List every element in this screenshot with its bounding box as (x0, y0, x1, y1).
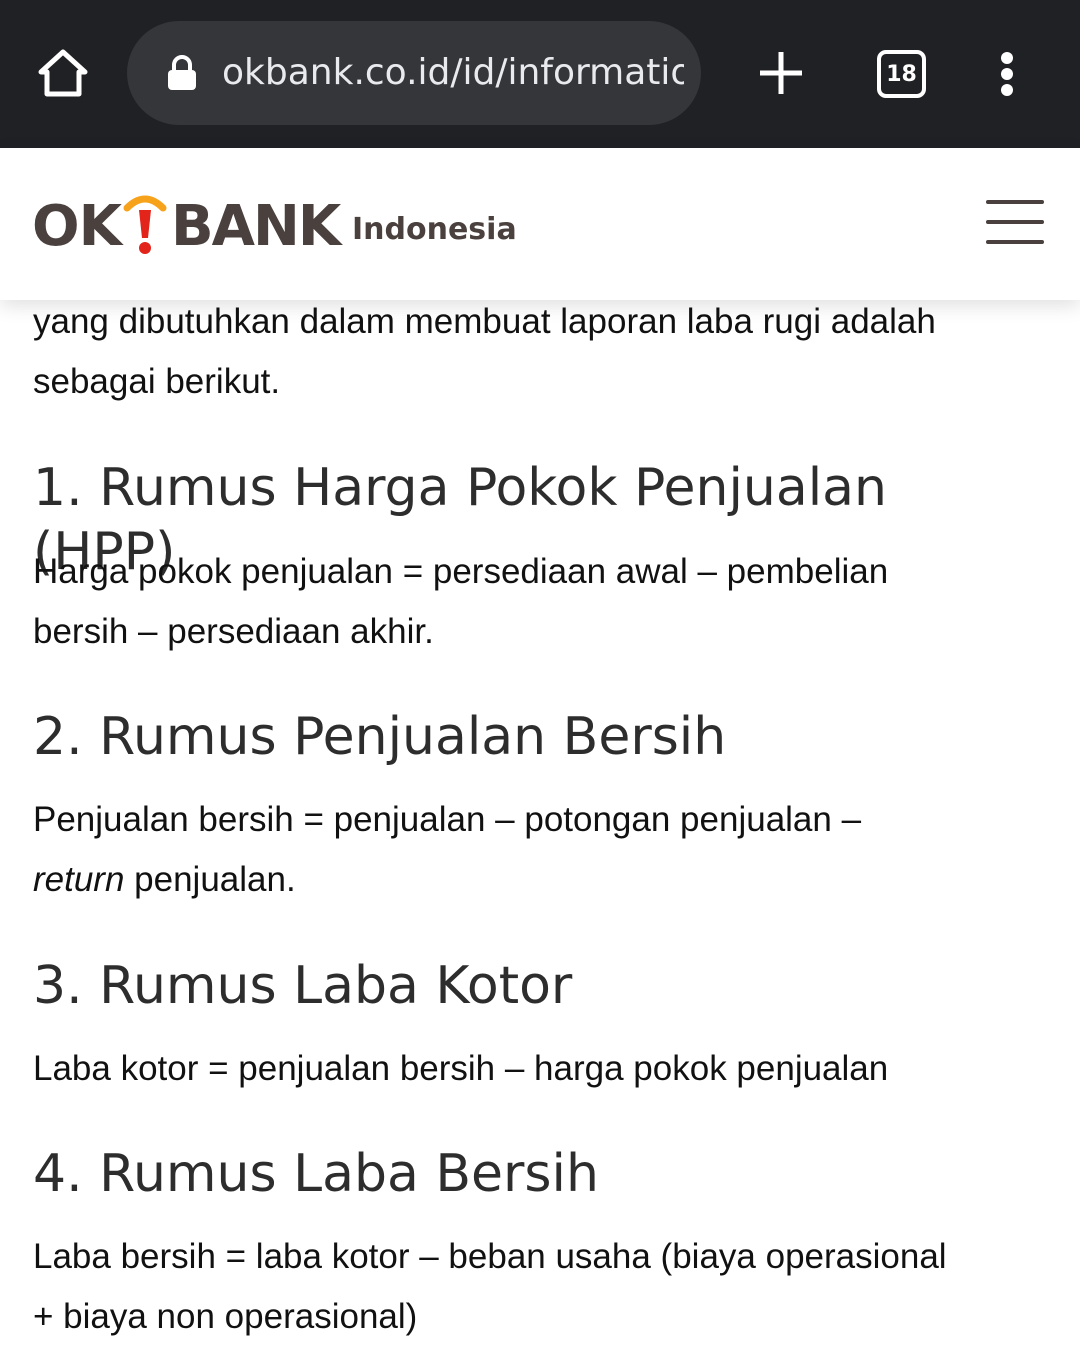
body-line: return penjualan. (33, 850, 1043, 910)
section-body-laba-bersih: Laba bersih = laba kotor – beban usaha (… (33, 1227, 1043, 1347)
url-text[interactable]: okbank.co.id/id/information (222, 49, 684, 97)
logo-exclamation-icon (123, 195, 167, 254)
home-button[interactable] (30, 40, 96, 106)
tab-switcher-button[interactable]: 18 (877, 50, 926, 98)
tab-count: 18 (886, 61, 917, 87)
body-line: Laba bersih = laba kotor – beban usaha (… (33, 1237, 947, 1276)
body-line: Penjualan bersih = penjualan – potongan … (33, 800, 862, 839)
section-body-laba-kotor: Laba kotor = penjualan bersih – harga po… (33, 1039, 1043, 1099)
intro-paragraph: yang dibutuhkan dalam membuat laporan la… (33, 300, 1043, 412)
body-line: Laba kotor = penjualan bersih – harga po… (33, 1049, 889, 1088)
logo-subtitle: Indonesia (352, 212, 517, 247)
article-content: yang dibutuhkan dalam membuat laporan la… (0, 300, 1080, 1371)
home-icon (38, 49, 88, 97)
body-line: Harga pokok penjualan = persediaan awal … (33, 552, 889, 591)
section-heading-laba-kotor: 3. Rumus Laba Kotor (33, 956, 573, 1016)
body-line: bersih – persediaan akhir. (33, 612, 434, 651)
section-heading-penjualan-bersih: 2. Rumus Penjualan Bersih (33, 707, 727, 767)
logo-ok-text: OK (32, 194, 122, 259)
body-text: penjualan. (124, 860, 296, 899)
hamburger-menu-icon[interactable] (986, 200, 1044, 244)
logo-bank-text: BANK (171, 194, 341, 259)
lock-icon (168, 55, 196, 90)
site-header: OK BANK Indonesia (0, 148, 1080, 300)
more-menu-button[interactable] (990, 48, 1024, 100)
intro-line-1: yang dibutuhkan dalam membuat laporan la… (33, 302, 936, 341)
section-heading-laba-bersih: 4. Rumus Laba Bersih (33, 1144, 599, 1204)
browser-toolbar: okbank.co.id/id/information 18 (0, 0, 1080, 148)
italic-term: return (33, 860, 125, 899)
body-line: + biaya non operasional) (33, 1297, 418, 1336)
section-body-hpp: Harga pokok penjualan = persediaan awal … (33, 542, 1043, 662)
address-bar[interactable]: okbank.co.id/id/information (127, 21, 701, 125)
okbank-logo[interactable]: OK BANK (32, 188, 341, 259)
section-body-penjualan-bersih: Penjualan bersih = penjualan – potongan … (33, 790, 1043, 910)
plus-icon (760, 52, 802, 94)
more-vert-icon (1001, 52, 1013, 64)
new-tab-button[interactable] (752, 44, 810, 102)
intro-line-2: sebagai berikut. (33, 362, 281, 401)
